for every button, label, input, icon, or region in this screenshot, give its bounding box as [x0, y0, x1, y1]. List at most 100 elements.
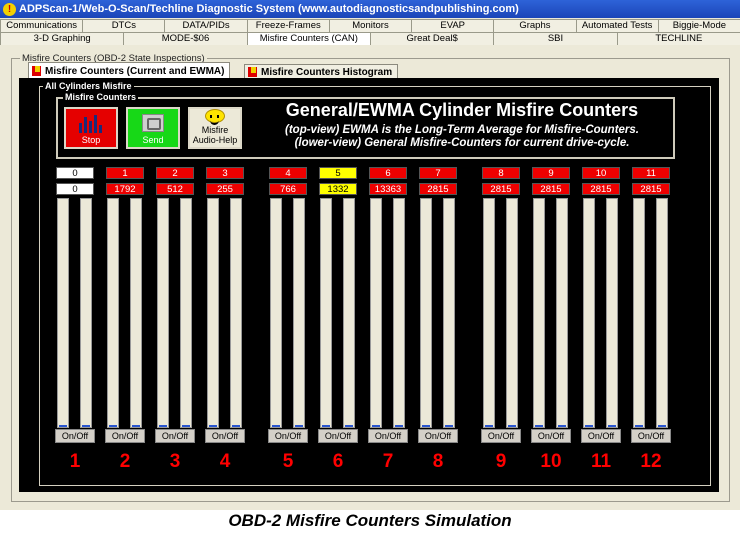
- general-bar-fill: [608, 424, 616, 427]
- cylinder-7: 6 13363 On/Off 7: [368, 167, 408, 473]
- ewma-bar-fill: [209, 424, 217, 427]
- ewma-bar-fill: [322, 424, 330, 427]
- cylinder-number: 3: [169, 451, 181, 472]
- subtitle-general: (lower-view) General Misfire-Counters fo…: [294, 137, 630, 149]
- on-off-button[interactable]: On/Off: [268, 429, 308, 443]
- flag-icon: [32, 66, 41, 76]
- general-counter: 2815: [482, 183, 520, 195]
- ewma-bar-fill: [422, 424, 430, 427]
- general-counter: 512: [156, 183, 194, 195]
- ewma-counter: 8: [482, 167, 520, 179]
- subtitle-ewma: (top-view) EWMA is the Long-Term Average…: [285, 124, 639, 136]
- general-bar-fill: [82, 425, 90, 427]
- tab-secondary-1[interactable]: MODE-$06: [123, 32, 248, 45]
- on-off-button[interactable]: On/Off: [481, 429, 521, 443]
- cylinder-6: 5 1332 On/Off 6: [318, 167, 358, 473]
- general-bar-fill: [508, 424, 516, 427]
- on-off-button[interactable]: On/Off: [531, 429, 571, 443]
- ewma-counter: 11: [632, 167, 670, 179]
- general-bar-fill: [395, 424, 403, 427]
- tab-main-3[interactable]: Freeze-Frames: [246, 19, 330, 32]
- misfire-counters-label: Misfire Counters: [63, 92, 139, 102]
- general-bar: [293, 198, 305, 428]
- on-off-button[interactable]: On/Off: [205, 429, 245, 443]
- app-window: ! ADPScan-1/Web-O-Scan/Techline Diagnost…: [0, 0, 740, 510]
- tab-main-4[interactable]: Monitors: [328, 19, 413, 32]
- ewma-bar-fill: [159, 424, 167, 427]
- general-bar-fill: [132, 424, 140, 427]
- general-counter: 1332: [319, 183, 357, 195]
- tab-row-secondary: 3-D Graphing MODE-$06 Misfire Counters (CA…: [0, 32, 740, 45]
- general-bar: [130, 198, 142, 428]
- cylinder-10: 9 2815 On/Off 10: [531, 167, 571, 473]
- ewma-bar-fill: [635, 424, 643, 427]
- bar-separator: [120, 198, 129, 428]
- tab-secondary-4[interactable]: SBI: [493, 32, 618, 45]
- ewma-bar-fill: [59, 425, 67, 427]
- tab-main-1[interactable]: DTCs: [82, 19, 166, 32]
- cylinder-3: 2 512 On/Off 3: [155, 167, 195, 473]
- ewma-counter: 5: [319, 167, 357, 179]
- on-off-button[interactable]: On/Off: [105, 429, 145, 443]
- general-bar: [343, 198, 355, 428]
- tab-secondary-2[interactable]: Misfire Counters (CAN): [246, 32, 371, 45]
- ewma-bar: [207, 198, 219, 428]
- tab-main-6[interactable]: Graphs: [493, 19, 577, 32]
- stop-button[interactable]: Stop: [64, 107, 118, 149]
- cylinder-number: 7: [382, 451, 394, 472]
- tab-main-8[interactable]: Biggie-Mode: [657, 19, 740, 32]
- cylinder-number: 11: [590, 451, 612, 472]
- on-off-button[interactable]: On/Off: [318, 429, 358, 443]
- tab-secondary-5[interactable]: TECHLINE: [616, 32, 740, 45]
- cylinder-5: 4 766 On/Off 5: [268, 167, 308, 473]
- cylinder-4: 3 255 On/Off 4: [205, 167, 245, 473]
- tab-main-0[interactable]: Communications: [0, 19, 84, 32]
- tab-main-5[interactable]: EVAP: [411, 19, 495, 32]
- ewma-bar-fill: [535, 424, 543, 427]
- subtab-label: Misfire Counters (Current and EWMA): [45, 65, 225, 77]
- cylinder-8: 7 2815 On/Off 8: [418, 167, 458, 473]
- general-bar: [656, 198, 668, 428]
- ewma-bar: [157, 198, 169, 428]
- on-off-button[interactable]: On/Off: [418, 429, 458, 443]
- general-bar-fill: [445, 424, 453, 427]
- tab-secondary-0[interactable]: 3-D Graphing: [0, 32, 125, 45]
- ewma-bar: [533, 198, 545, 428]
- tab-secondary-3[interactable]: Great Deal$: [369, 32, 495, 45]
- subtab-current-ewma[interactable]: Misfire Counters (Current and EWMA): [28, 62, 231, 79]
- general-bar: [230, 198, 242, 428]
- bar-separator: [170, 198, 179, 428]
- send-button[interactable]: Send: [126, 107, 180, 149]
- ewma-counter: 4: [269, 167, 307, 179]
- tab-main-2[interactable]: DATA/PIDs: [164, 19, 248, 32]
- cylinder-12: 11 2815 On/Off 12: [631, 167, 671, 473]
- on-off-button[interactable]: On/Off: [581, 429, 621, 443]
- general-bar: [80, 198, 92, 428]
- on-off-button[interactable]: On/Off: [155, 429, 195, 443]
- on-off-button[interactable]: On/Off: [55, 429, 95, 443]
- tab-main-7[interactable]: Automated Tests: [575, 19, 659, 32]
- smiley-icon: [205, 109, 225, 125]
- ewma-counter: 9: [532, 167, 570, 179]
- general-bar: [556, 198, 568, 428]
- audio-help-button[interactable]: Misfire Audio-Help: [188, 107, 242, 149]
- subtab-label: Misfire Counters Histogram: [261, 66, 393, 78]
- bar-separator: [646, 198, 655, 428]
- bar-separator: [433, 198, 442, 428]
- ewma-bar: [370, 198, 382, 428]
- title-bar: ! ADPScan-1/Web-O-Scan/Techline Diagnost…: [0, 0, 740, 18]
- general-bar-fill: [232, 424, 240, 427]
- general-counter: 2815: [532, 183, 570, 195]
- ewma-bar: [420, 198, 432, 428]
- cylinder-number: 2: [119, 451, 131, 472]
- ewma-bar-fill: [585, 424, 593, 427]
- audio-label-1: Misfire: [201, 125, 229, 135]
- audio-label-2: Audio-Help: [192, 135, 238, 145]
- bar-separator: [496, 198, 505, 428]
- cylinder-number: 4: [219, 451, 231, 472]
- on-off-button[interactable]: On/Off: [368, 429, 408, 443]
- general-bar: [393, 198, 405, 428]
- subtab-histogram[interactable]: Misfire Counters Histogram: [244, 64, 399, 79]
- bar-chart-icon: [79, 115, 103, 133]
- on-off-button[interactable]: On/Off: [631, 429, 671, 443]
